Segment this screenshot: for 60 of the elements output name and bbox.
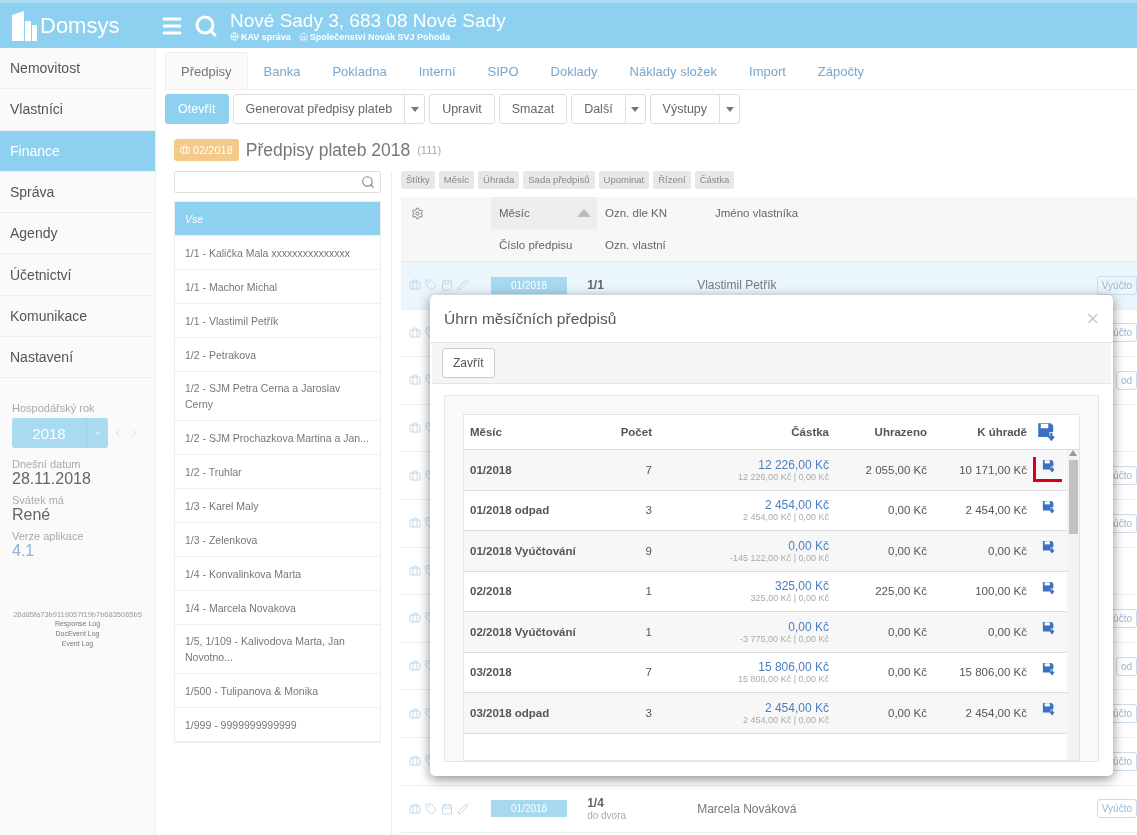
owner-name: Vlastimil Petřík xyxy=(697,278,778,293)
paid-cell-text: 0,00 Kč xyxy=(887,706,927,719)
column-header: Počet xyxy=(619,426,652,438)
record-count: (111) xyxy=(417,144,442,156)
month-cell-text: 01/2018 xyxy=(469,463,513,476)
amount-detail: 12 226,00 Kč | 0,00 Kč xyxy=(738,471,829,482)
column-header: Uhrazeno xyxy=(873,426,927,438)
month-cell-text: 03/2018 xyxy=(469,666,513,679)
due-cell-text: 100,00 Kč xyxy=(974,585,1027,598)
month-cell-text: 01/2018 odpad xyxy=(469,504,551,517)
paid-cell-text: 0,00 Kč xyxy=(887,504,927,517)
amount-detail: 2 454,00 Kč | 0,00 Kč xyxy=(743,714,829,725)
amount-detail: -145 122,00 Kč | 0,00 Kč xyxy=(730,552,829,563)
column-header: K úhradě xyxy=(976,426,1027,438)
due-cell-text: 10 171,00 Kč xyxy=(958,463,1027,476)
column-header: Částka xyxy=(790,426,829,438)
info-value: 4.1 xyxy=(12,542,36,561)
count-cell-text: 1 xyxy=(644,625,652,638)
month-tag: 01/2018 xyxy=(491,800,568,818)
paid-cell-text: 0,00 Kč xyxy=(887,625,927,638)
count-cell-text: 1 xyxy=(644,585,652,598)
amount-detail: 325,00 Kč | 0,00 Kč xyxy=(750,593,829,604)
page-title: Předpisy plateb 2018 xyxy=(245,139,411,161)
month-cell-text: 02/2018 xyxy=(469,585,513,598)
owner-name: Marcela Nováková xyxy=(697,801,798,816)
month-cell-text: 02/2018 Vyúčtování xyxy=(469,625,577,638)
amount-detail: 2 454,00 Kč | 0,00 Kč xyxy=(743,512,829,523)
count-cell-text: 3 xyxy=(644,706,652,719)
period-label: 02/2018 xyxy=(193,144,233,156)
info-value: 28.11.2018 xyxy=(12,470,92,489)
paid-cell-text: 0,00 Kč xyxy=(887,666,927,679)
info-label: Svátek má xyxy=(12,494,65,507)
paid-cell-text: 0,00 Kč xyxy=(887,544,927,557)
unit-label: 1/4 xyxy=(587,796,605,811)
count-cell-text: 7 xyxy=(644,463,652,476)
due-cell-text: 0,00 Kč xyxy=(987,625,1027,638)
month-cell-text: 01/2018 Vyúčtování xyxy=(469,544,577,557)
due-cell-text: 2 454,00 Kč xyxy=(964,706,1027,719)
app-logo-text: Domsys xyxy=(40,12,120,39)
unit-note: do dvora xyxy=(587,810,628,822)
info-value: René xyxy=(12,506,52,525)
info-label: Verze aplikace xyxy=(12,530,85,543)
count-cell-text: 7 xyxy=(644,666,652,679)
column-header: Měsíc xyxy=(469,426,503,438)
amount-detail: 15 806,00 Kč | 0,00 Kč xyxy=(738,674,829,685)
month-cell-text: 03/2018 odpad xyxy=(469,706,551,719)
paid-cell-text: 2 055,00 Kč xyxy=(864,463,927,476)
month-tag: 01/2018 xyxy=(491,276,568,294)
due-cell-text: 2 454,00 Kč xyxy=(964,504,1027,517)
dialog-title: Úhrn měsíčních předpisů xyxy=(444,309,617,328)
count-cell-text: 9 xyxy=(644,544,652,557)
info-label: Hospodářský rok xyxy=(12,402,96,415)
count-cell-text: 3 xyxy=(644,504,652,517)
amount-detail: -3 775,00 Kč | 0,00 Kč xyxy=(740,633,829,644)
due-cell-text: 0,00 Kč xyxy=(987,544,1027,557)
property-title: Nové Sady 3, 683 08 Nové Sady xyxy=(230,9,506,32)
due-cell-text: 15 806,00 Kč xyxy=(958,666,1027,679)
unit-label: 1/1 xyxy=(587,278,605,293)
info-label: Dnešní datum xyxy=(12,458,82,471)
paid-cell-text: 225,00 Kč xyxy=(874,585,927,598)
